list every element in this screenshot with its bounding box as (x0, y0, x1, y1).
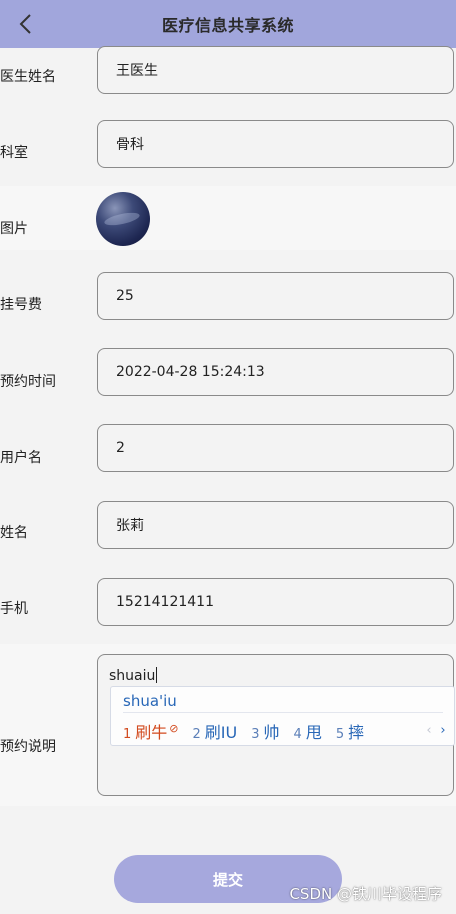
image-label: 图片 (0, 221, 28, 237)
fee-field[interactable]: 25 (97, 272, 454, 320)
delete-candidate-icon[interactable]: ⊘ (169, 722, 178, 735)
ime-candidate-3[interactable]: 3帅 (251, 719, 279, 743)
chevron-right-icon[interactable]: › (436, 723, 450, 738)
doctor-name-label: 医生姓名 (0, 69, 56, 85)
phone-label: 手机 (0, 601, 28, 617)
page-title: 医疗信息共享系统 (161, 16, 294, 35)
note-typed-text: shuaiu (109, 667, 158, 684)
name-field[interactable]: 张莉 (97, 501, 454, 549)
image-row (0, 186, 456, 250)
ime-candidate-list: 1 刷牛 ⊘ 2 刷IU 3帅 4甩 5摔 (123, 719, 378, 743)
ime-page-nav: ‹ › (422, 723, 450, 738)
note-label: 预约说明 (0, 739, 56, 755)
back-button[interactable] (10, 8, 40, 40)
appointment-time-field[interactable]: 2022-04-28 15:24:13 (97, 348, 454, 396)
ime-candidate-panel: shua'iu 1 刷牛 ⊘ 2 刷IU 3帅 4甩 5摔 ‹ › (110, 686, 455, 746)
ime-candidate-1[interactable]: 1 刷牛 ⊘ (123, 719, 179, 743)
name-label: 姓名 (0, 525, 28, 541)
department-value: 骨科 (116, 137, 144, 153)
chevron-left-icon[interactable]: ‹ (422, 723, 436, 738)
fee-label: 挂号费 (0, 297, 42, 313)
phone-field[interactable]: 15214121411 (97, 578, 454, 626)
doctor-photo[interactable] (96, 192, 150, 246)
text-caret (156, 667, 158, 683)
username-label: 用户名 (0, 450, 42, 466)
phone-value: 15214121411 (116, 594, 214, 610)
ime-candidate-2[interactable]: 2 刷IU (193, 719, 238, 743)
appointment-time-label: 预约时间 (0, 374, 56, 390)
doctor-name-field[interactable]: 王医生 (97, 46, 454, 94)
username-field[interactable]: 2 (97, 424, 454, 472)
watermark: CSDN @铁川毕设程序 (289, 885, 442, 903)
ime-candidate-5[interactable]: 5摔 (336, 719, 364, 743)
ime-candidate-4[interactable]: 4甩 (294, 719, 322, 743)
fee-value: 25 (116, 288, 134, 304)
username-value: 2 (116, 440, 125, 456)
department-field[interactable]: 骨科 (97, 120, 454, 168)
doctor-name-value: 王医生 (116, 63, 158, 79)
note-textarea[interactable]: shuaiu shua'iu 1 刷牛 ⊘ 2 刷IU 3帅 4甩 5摔 ‹ › (97, 654, 455, 796)
department-label: 科室 (0, 145, 28, 161)
app-header: 医疗信息共享系统 (0, 0, 456, 48)
ime-pinyin: shua'iu (123, 692, 177, 710)
appointment-time-value: 2022-04-28 15:24:13 (116, 364, 265, 380)
ime-divider (123, 712, 443, 713)
name-value: 张莉 (116, 518, 144, 534)
chevron-left-icon (19, 14, 31, 34)
